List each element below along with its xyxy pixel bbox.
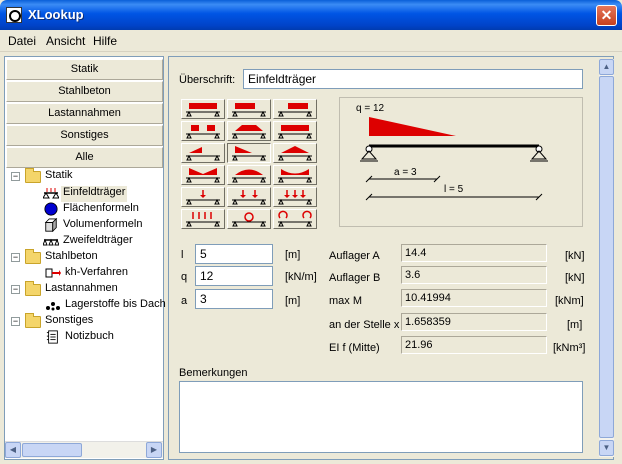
remarks-label: Bemerkungen bbox=[179, 367, 248, 379]
collapse-lastannahmen-icon[interactable]: − bbox=[11, 285, 20, 294]
two-span-beam-icon bbox=[43, 238, 59, 246]
result-stelle-x-unit: [m] bbox=[567, 319, 583, 331]
folder-icon bbox=[25, 249, 41, 264]
menu-hilfe[interactable]: Hilfe bbox=[93, 34, 117, 48]
category-statik-button[interactable]: Statik bbox=[6, 59, 163, 80]
beam-icon bbox=[43, 188, 59, 199]
folder-icon bbox=[25, 168, 41, 183]
title-bar bbox=[0, 0, 622, 30]
result-ei-f-value: 21.96 bbox=[401, 336, 547, 354]
scroll-right-icon[interactable]: ▶ bbox=[146, 442, 162, 458]
horizontal-scrollbar[interactable]: ◀ ▶ bbox=[5, 441, 163, 458]
result-ei-f-unit: [kNm³] bbox=[553, 342, 586, 354]
input-l-label: l bbox=[181, 249, 184, 261]
result-stelle-x-value: 1.658359 bbox=[401, 313, 547, 331]
navigation-panel: Statik Stahlbeton Lastannahmen Sonstiges… bbox=[4, 56, 166, 460]
collapse-stahlbeton-icon[interactable]: − bbox=[11, 253, 20, 262]
load-case-button[interactable] bbox=[227, 209, 271, 229]
input-l-field[interactable]: 5 bbox=[195, 244, 273, 264]
tree-node-sonstiges[interactable]: Sonstiges bbox=[45, 314, 93, 330]
load-case-button[interactable] bbox=[273, 209, 317, 229]
tree-node-stahlbeton[interactable]: Stahlbeton bbox=[45, 250, 98, 266]
vertical-scrollbar[interactable]: ▲ ▼ bbox=[599, 59, 614, 457]
result-stelle-x-label: an der Stelle x bbox=[329, 319, 400, 331]
load-case-button[interactable] bbox=[181, 209, 225, 229]
diagram-l-label: l = 5 bbox=[444, 184, 464, 195]
menu-datei[interactable]: Datei bbox=[8, 34, 36, 48]
load-case-button[interactable] bbox=[273, 121, 317, 141]
result-auflager-b-unit: [kN] bbox=[565, 272, 585, 284]
scroll-up-icon[interactable]: ▲ bbox=[599, 59, 614, 75]
scroll-down-icon[interactable]: ▼ bbox=[599, 440, 614, 456]
tree-item-flaechenformeln[interactable]: Flächenformeln bbox=[63, 202, 139, 218]
tree-item-kh-verfahren[interactable]: kh-Verfahren bbox=[65, 266, 128, 282]
input-q-label: q bbox=[181, 271, 188, 283]
tree-item-volumenformeln[interactable]: Volumenformeln bbox=[63, 218, 143, 234]
input-a-label: a bbox=[181, 295, 188, 307]
load-case-button[interactable] bbox=[181, 99, 225, 119]
category-stahlbeton-button[interactable]: Stahlbeton bbox=[6, 81, 163, 102]
remarks-textarea[interactable] bbox=[179, 381, 583, 453]
load-case-button[interactable] bbox=[227, 187, 271, 207]
tree-node-lastannahmen[interactable]: Lastannahmen bbox=[45, 282, 118, 298]
result-ei-f-label: EI f (Mitte) bbox=[329, 342, 380, 354]
input-a-field[interactable]: 3 bbox=[195, 289, 273, 309]
input-q-field[interactable]: 12 bbox=[195, 266, 273, 286]
collapse-sonstiges-icon[interactable]: − bbox=[11, 317, 20, 326]
tree-item-zweifeldtraeger[interactable]: Zweifeldträger bbox=[63, 234, 133, 250]
notebook-icon bbox=[46, 330, 58, 344]
heading-label: Überschrift: bbox=[179, 74, 236, 86]
collapse-statik-icon[interactable]: − bbox=[11, 172, 20, 181]
folder-icon bbox=[25, 313, 41, 328]
category-alle-button[interactable]: Alle bbox=[6, 147, 163, 168]
input-a-unit: [m] bbox=[285, 295, 301, 307]
diagram-q-label: q = 12 bbox=[356, 103, 385, 114]
result-max-m-label: max M bbox=[329, 295, 362, 307]
load-case-button[interactable] bbox=[227, 121, 271, 141]
scroll-thumb[interactable] bbox=[599, 76, 614, 438]
load-case-button[interactable] bbox=[273, 187, 317, 207]
input-l-unit: [m] bbox=[285, 249, 301, 261]
tree-item-einfeldtraeger[interactable]: Einfeldträger bbox=[61, 186, 128, 202]
beam-diagram: q = 12 a = 3 l = 5 bbox=[339, 97, 583, 227]
category-lastannahmen-button[interactable]: Lastannahmen bbox=[6, 103, 163, 124]
tree-item-notizbuch[interactable]: Notizbuch bbox=[65, 330, 114, 346]
dots-icon bbox=[46, 302, 60, 311]
circle-icon bbox=[44, 202, 58, 216]
load-case-button[interactable] bbox=[181, 121, 225, 141]
load-case-button[interactable] bbox=[273, 165, 317, 185]
cube-icon bbox=[44, 218, 58, 232]
diagram-a-label: a = 3 bbox=[394, 167, 417, 178]
load-case-button-selected[interactable] bbox=[227, 143, 271, 163]
load-case-button[interactable] bbox=[181, 187, 225, 207]
load-case-button[interactable] bbox=[273, 143, 317, 163]
scroll-left-icon[interactable]: ◀ bbox=[5, 442, 21, 458]
detail-panel: Überschrift: Einfeldträger q = 12 a = 3 … bbox=[168, 56, 614, 460]
result-max-m-value: 10.41994 bbox=[401, 289, 547, 307]
close-button[interactable]: ✕ bbox=[596, 5, 617, 26]
input-q-unit: [kN/m] bbox=[285, 271, 317, 283]
load-case-button[interactable] bbox=[181, 165, 225, 185]
result-auflager-b-value: 3.6 bbox=[401, 266, 547, 284]
tree-item-lagerstoffe[interactable]: Lagerstoffe bis Dach bbox=[65, 298, 166, 314]
result-auflager-a-label: Auflager A bbox=[329, 250, 380, 262]
kh-icon bbox=[45, 268, 61, 278]
result-auflager-a-unit: [kN] bbox=[565, 250, 585, 262]
app-icon bbox=[6, 7, 22, 23]
result-auflager-b-label: Auflager B bbox=[329, 272, 381, 284]
result-auflager-a-value: 14.4 bbox=[401, 244, 547, 262]
load-case-button[interactable] bbox=[273, 99, 317, 119]
menu-ansicht[interactable]: Ansicht bbox=[46, 34, 85, 48]
heading-input[interactable]: Einfeldträger bbox=[243, 69, 583, 89]
load-case-button[interactable] bbox=[227, 99, 271, 119]
folder-icon bbox=[25, 281, 41, 296]
tree-node-statik[interactable]: Statik bbox=[45, 169, 73, 185]
window-title: XLookup bbox=[28, 7, 84, 22]
load-case-button[interactable] bbox=[227, 165, 271, 185]
result-max-m-unit: [kNm] bbox=[555, 295, 584, 307]
category-sonstiges-button[interactable]: Sonstiges bbox=[6, 125, 163, 146]
menu-bar: Datei Ansicht Hilfe bbox=[0, 30, 622, 52]
load-case-button[interactable] bbox=[181, 143, 225, 163]
scroll-thumb[interactable] bbox=[22, 443, 82, 457]
